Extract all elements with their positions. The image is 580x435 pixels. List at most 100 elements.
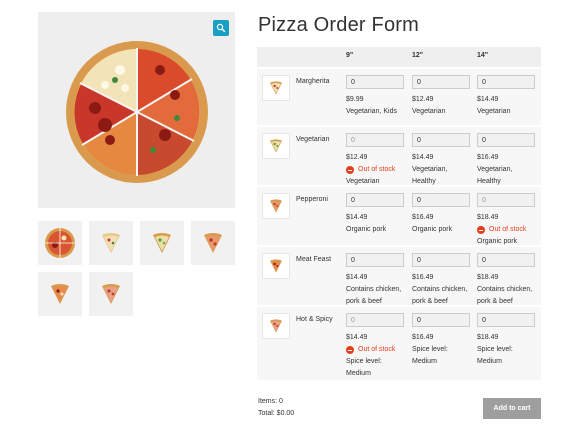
quantity-input[interactable] <box>346 193 404 207</box>
thumbnail-whole-pizza[interactable] <box>38 221 82 265</box>
price: $14.49 <box>346 214 368 221</box>
size-cell: $9.99 Vegetarian, Kids <box>346 75 406 118</box>
thumbnail-slice-5[interactable] <box>89 272 133 316</box>
pizza-slice-icon <box>153 233 171 253</box>
size-cell: $12.49Out of stockVegetarian <box>346 133 406 188</box>
size-cell: $16.49 Organic pork <box>412 193 472 236</box>
table-row: Margherita $9.99 Vegetarian, Kids $12.49 Veg… <box>257 67 541 125</box>
price: $18.49 <box>477 334 499 341</box>
size-cell: $14.49Vegetarian, Healthy <box>412 133 472 188</box>
quantity-input[interactable] <box>477 75 535 89</box>
price: $12.49 <box>412 96 434 103</box>
column-header-9: 9" <box>346 52 354 59</box>
product-attributes: Vegetarian <box>477 108 511 115</box>
out-of-stock-label: Out of stock <box>489 226 527 233</box>
quantity-input[interactable] <box>412 253 470 267</box>
product-thumbnail[interactable] <box>262 313 290 339</box>
table-header: 9" 12" 14" <box>257 47 541 67</box>
pizza-slice-icon <box>51 284 69 304</box>
page-title: Pizza Order Form <box>258 14 420 36</box>
out-of-stock-label: Out of stock <box>358 166 396 173</box>
size-cell: $18.49Out of stockOrganic pork <box>477 193 537 248</box>
product-name[interactable]: Hot & Spicy <box>296 314 336 326</box>
quantity-input[interactable] <box>477 313 535 327</box>
quantity-input[interactable] <box>346 253 404 267</box>
table-row: Vegetarian$12.49Out of stockVegetarian$1… <box>257 125 541 185</box>
size-cell: $18.49 Spice level: Medium <box>477 313 537 368</box>
price: $14.49 <box>477 96 499 103</box>
size-cell: $14.49 Out of stock Spice level: Medium <box>346 313 406 380</box>
pizza-slice-icon <box>204 233 222 253</box>
add-to-cart-button[interactable]: Add to cart <box>483 398 541 419</box>
price: $16.49 <box>412 274 434 281</box>
price: $14.49 <box>346 334 368 341</box>
out-of-stock-notice: Out of stock <box>346 344 406 356</box>
out-of-stock-notice: Out of stock <box>477 224 537 236</box>
product-attributes: Vegetarian <box>412 108 446 115</box>
main-product-image[interactable] <box>38 12 235 208</box>
product-name[interactable]: Pepperoni <box>296 194 336 206</box>
quantity-input[interactable] <box>412 313 470 327</box>
price: $16.49 <box>412 334 434 341</box>
quantity-input <box>477 193 535 207</box>
size-cell: $14.49Contains chicken, pork & beef <box>346 253 406 308</box>
order-table: 9" 12" 14" Margherita $9.99 Vegetarian, Ki… <box>257 47 541 380</box>
quantity-input[interactable] <box>412 133 470 147</box>
price: $18.49 <box>477 274 499 281</box>
product-attributes: Organic pork <box>346 226 387 233</box>
size-cell: $14.49 Vegetarian <box>477 75 537 118</box>
quantity-input <box>346 133 404 147</box>
quantity-input[interactable] <box>477 253 535 267</box>
size-cell: $16.49Contains chicken, pork & beef <box>412 253 472 308</box>
size-cell: $18.49Contains chicken, pork & beef <box>477 253 537 308</box>
minus-circle-icon <box>346 346 354 354</box>
size-cell: $12.49 Vegetarian <box>412 75 472 118</box>
product-thumbnail[interactable] <box>262 75 290 101</box>
price: $9.99 <box>346 96 364 103</box>
minus-circle-icon <box>477 226 485 234</box>
price: $16.49 <box>477 154 499 161</box>
product-attributes: Spice level: Medium <box>412 346 448 365</box>
pizza-slice-icon <box>270 81 282 95</box>
pizza-image <box>66 41 208 183</box>
product-attributes: Spice level: Medium <box>477 346 513 365</box>
pizza-slice-icon <box>270 199 282 213</box>
product-thumbnail[interactable] <box>262 253 290 279</box>
size-cell: $14.49 Organic pork <box>346 193 406 236</box>
items-count: Items: 0 <box>258 398 283 405</box>
out-of-stock-label: Out of stock <box>358 346 396 353</box>
price: $14.49 <box>412 154 434 161</box>
out-of-stock-notice: Out of stock <box>346 164 406 176</box>
pizza-slice-icon <box>102 284 120 304</box>
order-total: Total: $0.00 <box>258 410 295 417</box>
product-attributes: Organic pork <box>412 226 453 233</box>
product-thumbnail[interactable] <box>262 133 290 159</box>
product-name[interactable]: Margherita <box>296 76 336 88</box>
minus-circle-icon <box>346 166 354 174</box>
pizza-slice-icon <box>270 319 282 333</box>
product-attributes: Spice level: Medium <box>346 358 382 377</box>
column-header-14: 14" <box>477 52 489 59</box>
quantity-input[interactable] <box>346 75 404 89</box>
quantity-input[interactable] <box>477 133 535 147</box>
product-thumbnail[interactable] <box>262 193 290 219</box>
zoom-icon[interactable] <box>213 20 229 36</box>
product-name[interactable]: Meat Feast <box>296 254 336 266</box>
thumbnail-slice-2[interactable] <box>140 221 184 265</box>
quantity-input[interactable] <box>412 193 470 207</box>
thumbnail-slice-3[interactable] <box>191 221 235 265</box>
price: $14.49 <box>346 274 368 281</box>
thumbnail-slice-4[interactable] <box>38 272 82 316</box>
pizza-slice-icon <box>270 259 282 273</box>
size-cell: $16.49 Spice level: Medium <box>412 313 472 368</box>
table-row: Hot & Spicy $14.49 Out of stock Spice level… <box>257 305 541 380</box>
size-cell: $16.49Vegetarian, Healthy <box>477 133 537 188</box>
price: $18.49 <box>477 214 499 221</box>
product-name[interactable]: Vegetarian <box>296 134 336 146</box>
pizza-thumb-icon <box>45 228 75 258</box>
table-row: Pepperoni $14.49 Organic pork $16.49 Organic… <box>257 185 541 245</box>
quantity-input[interactable] <box>412 75 470 89</box>
price: $16.49 <box>412 214 434 221</box>
product-attributes: Vegetarian, Kids <box>346 108 397 115</box>
thumbnail-slice-1[interactable] <box>89 221 133 265</box>
